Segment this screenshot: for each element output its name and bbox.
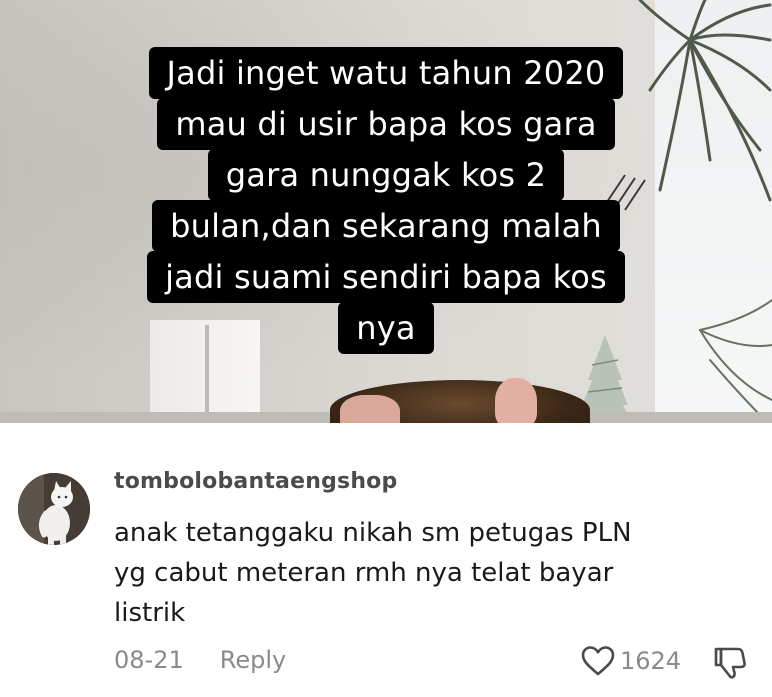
comment-username[interactable]: tombolobantaengshop [114, 469, 397, 494]
comment-item: tombolobantaengshop anak tetanggaku nika… [0, 423, 772, 697]
caption-line-6: nya [338, 302, 434, 354]
caption-line-3: gara nunggak kos 2 [207, 149, 565, 201]
like-button[interactable]: 1624 [580, 645, 681, 677]
hand-right-image [495, 378, 537, 423]
comment-text-line-2: yg cabut meteran rmh nya telat bayar [114, 558, 614, 588]
comment-meta: 08-21 Reply [114, 646, 286, 674]
hand-left-image [340, 395, 400, 423]
screen: Jadi inget watu tahun 2020 mau di usir b… [0, 0, 772, 697]
video-still[interactable]: Jadi inget watu tahun 2020 mau di usir b… [0, 0, 772, 423]
caption-line-1: Jadi inget watu tahun 2020 [148, 47, 624, 99]
thumbs-down-outline-icon [714, 647, 746, 679]
avatar[interactable] [18, 473, 90, 545]
like-count: 1624 [620, 647, 682, 675]
dislike-button[interactable] [712, 645, 748, 686]
caption-line-4: bulan,dan sekarang malah [152, 200, 620, 252]
reply-button[interactable]: Reply [220, 646, 286, 674]
comment-date: 08-21 [114, 646, 184, 674]
comment-text-line-1: anak tetanggaku nikah sm petugas PLN [114, 518, 632, 548]
comment-text: anak tetanggaku nikah sm petugas PLN yg … [114, 513, 744, 633]
comment-text-line-3: listrik [114, 598, 186, 628]
video-caption: Jadi inget watu tahun 2020 mau di usir b… [0, 47, 772, 354]
caption-line-2: mau di usir bapa kos gara [157, 98, 615, 150]
heart-outline-icon [581, 646, 615, 676]
cat-avatar-icon [18, 473, 90, 545]
caption-line-5: jadi suami sendiri bapa kos [147, 251, 625, 303]
